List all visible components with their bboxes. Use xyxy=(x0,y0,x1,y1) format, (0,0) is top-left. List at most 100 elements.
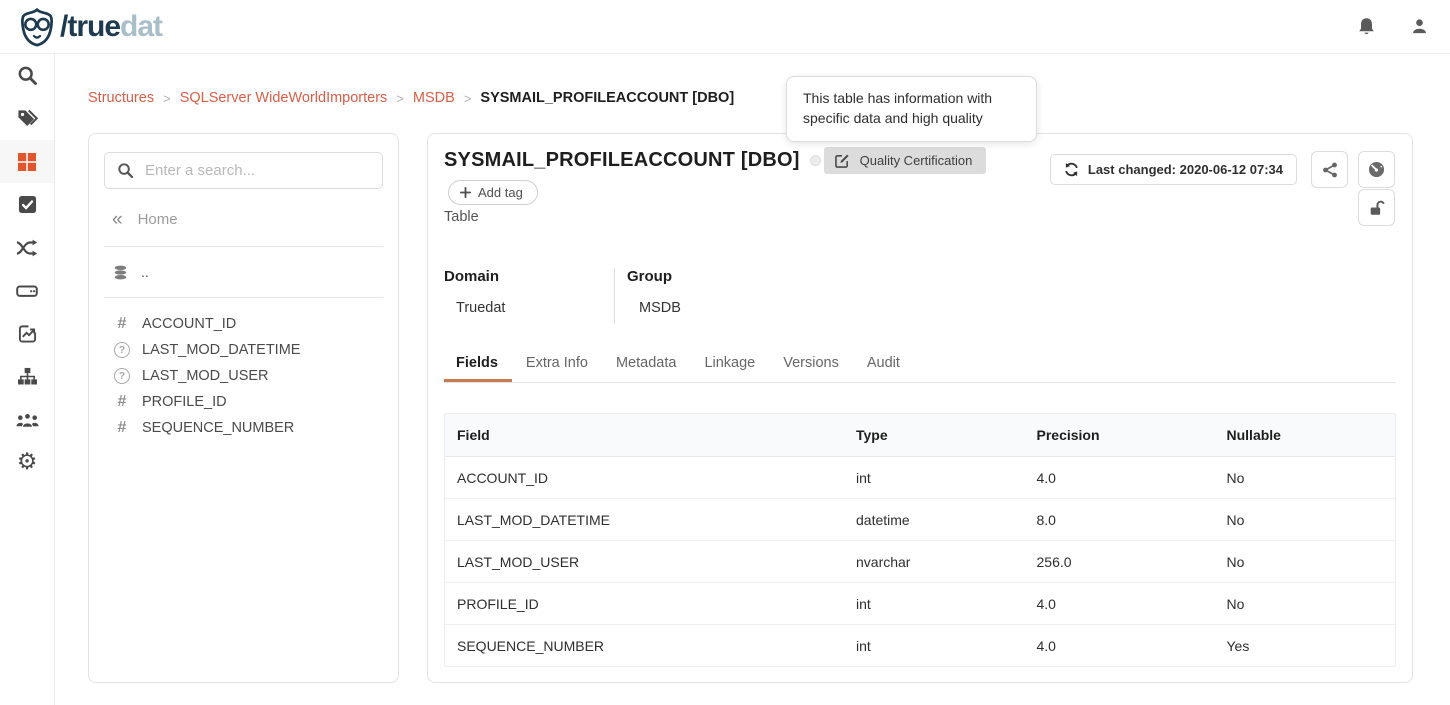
breadcrumb-current: SYSMAIL_PROFILEACCOUNT [DBO] xyxy=(480,90,734,106)
shuffle-icon xyxy=(16,239,38,257)
last-changed-label: Last changed: 2020-06-12 07:34 xyxy=(1088,162,1283,177)
refresh-icon xyxy=(1064,162,1079,177)
domain-label: Domain xyxy=(444,268,602,285)
field-list-item[interactable]: # ACCOUNT_ID xyxy=(89,311,398,337)
field-list-item[interactable]: # SEQUENCE_NUMBER xyxy=(89,415,398,441)
breadcrumb-separator: > xyxy=(396,91,404,106)
domain-value: Truedat xyxy=(456,300,602,316)
column-header-field: Field xyxy=(445,414,844,457)
breadcrumb-group[interactable]: MSDB xyxy=(413,90,455,106)
structure-browser-panel: « Home .. # ACCOUNT_ID ? LAST_MOD_DATETI… xyxy=(88,133,399,683)
add-tag-button[interactable]: Add tag xyxy=(448,180,538,205)
panel-divider xyxy=(104,297,383,298)
field-precision: 4.0 xyxy=(1025,583,1215,625)
structure-type-label: Table xyxy=(444,209,479,225)
breadcrumb-system[interactable]: SQLServer WideWorldImporters xyxy=(180,90,388,106)
table-header-row: Field Type Precision Nullable xyxy=(445,414,1395,457)
field-list-item[interactable]: # PROFILE_ID xyxy=(89,389,398,415)
certification-dot-icon xyxy=(810,155,821,166)
share-button[interactable] xyxy=(1311,151,1348,188)
search-icon xyxy=(117,162,134,179)
tag-icon xyxy=(16,108,38,129)
breadcrumb-structures[interactable]: Structures xyxy=(88,90,154,106)
field-precision: 4.0 xyxy=(1025,625,1215,667)
field-link[interactable]: LAST_MOD_USER xyxy=(445,541,844,583)
table-row: ACCOUNT_ID int 4.0 No xyxy=(445,457,1395,499)
unknown-type-icon: ? xyxy=(114,342,130,358)
sidebar-item-settings[interactable]: ⚙ xyxy=(0,441,54,484)
field-list: # ACCOUNT_ID ? LAST_MOD_DATETIME ? LAST_… xyxy=(89,311,398,441)
parent-structure-item[interactable]: .. xyxy=(113,264,398,280)
tab-metadata[interactable]: Metadata xyxy=(602,345,690,382)
field-list-label: LAST_MOD_DATETIME xyxy=(142,342,300,358)
field-link[interactable]: PROFILE_ID xyxy=(445,583,844,625)
share-icon xyxy=(1322,162,1338,178)
field-nullable: No xyxy=(1215,499,1396,541)
field-type: int xyxy=(844,625,1025,667)
sidebar-item-structures[interactable] xyxy=(0,140,54,183)
sidebar-item-tags[interactable] xyxy=(0,97,54,140)
field-list-item[interactable]: ? LAST_MOD_DATETIME xyxy=(89,337,398,363)
field-link[interactable]: SEQUENCE_NUMBER xyxy=(445,625,844,667)
sidebar-item-users[interactable] xyxy=(0,398,54,441)
tab-linkage[interactable]: Linkage xyxy=(690,345,769,382)
search-input[interactable] xyxy=(145,162,370,179)
sidebar-item-sources[interactable] xyxy=(0,269,54,312)
unlock-icon xyxy=(1368,199,1386,216)
last-changed-button[interactable]: Last changed: 2020-06-12 07:34 xyxy=(1050,154,1297,185)
breadcrumb-separator: > xyxy=(464,91,472,106)
group-label: Group xyxy=(627,268,681,285)
database-icon xyxy=(113,265,128,280)
notifications-bell-icon[interactable] xyxy=(1358,17,1375,36)
structure-search-box[interactable] xyxy=(104,152,383,189)
sitemap-icon xyxy=(17,367,38,386)
field-link[interactable]: LAST_MOD_DATETIME xyxy=(445,499,844,541)
gear-icon: ⚙ xyxy=(17,451,38,474)
user-profile-icon[interactable] xyxy=(1411,18,1428,35)
column-header-type: Type xyxy=(844,414,1025,457)
unlock-button[interactable] xyxy=(1358,189,1395,226)
sidebar-item-lineage[interactable] xyxy=(0,226,54,269)
field-list-item[interactable]: ? LAST_MOD_USER xyxy=(89,363,398,389)
tab-versions[interactable]: Versions xyxy=(769,345,853,382)
quality-certification-badge[interactable]: Quality Certification xyxy=(824,147,987,174)
domain-group-section: Domain Truedat Group MSDB xyxy=(444,268,693,324)
tab-fields[interactable]: Fields xyxy=(444,345,512,382)
search-icon xyxy=(17,65,38,86)
field-list-label: PROFILE_ID xyxy=(142,394,227,410)
sidebar-item-taxonomy[interactable] xyxy=(0,355,54,398)
plus-icon xyxy=(460,187,471,198)
table-row: LAST_MOD_DATETIME datetime 8.0 No xyxy=(445,499,1395,541)
quality-gauge-button[interactable] xyxy=(1358,151,1395,188)
field-type: datetime xyxy=(844,499,1025,541)
column-header-precision: Precision xyxy=(1025,414,1215,457)
tab-extra-info[interactable]: Extra Info xyxy=(512,345,602,382)
table-row: LAST_MOD_USER nvarchar 256.0 No xyxy=(445,541,1395,583)
field-type: int xyxy=(844,583,1025,625)
field-link[interactable]: ACCOUNT_ID xyxy=(445,457,844,499)
field-nullable: Yes xyxy=(1215,625,1396,667)
app-sidebar-rail: ⚙ xyxy=(0,54,55,705)
field-nullable: No xyxy=(1215,583,1396,625)
numeric-field-icon: # xyxy=(114,316,130,332)
panel-divider xyxy=(104,246,383,247)
numeric-field-icon: # xyxy=(114,420,130,436)
collapse-chevrons-icon: « xyxy=(112,210,123,229)
grid-icon xyxy=(17,152,37,172)
field-type: int xyxy=(844,457,1025,499)
home-label: Home xyxy=(138,211,178,228)
truedat-logo[interactable]: /truedat xyxy=(18,7,162,47)
add-tag-label: Add tag xyxy=(478,185,523,200)
owl-logo-icon xyxy=(18,7,56,47)
field-precision: 256.0 xyxy=(1025,541,1215,583)
fields-table: Field Type Precision Nullable ACCOUNT_ID… xyxy=(444,413,1396,667)
home-link[interactable]: « Home xyxy=(112,210,398,229)
detail-tabs: Fields Extra Info Metadata Linkage Versi… xyxy=(444,345,1396,383)
field-list-label: ACCOUNT_ID xyxy=(142,316,236,332)
sidebar-item-quality[interactable] xyxy=(0,183,54,226)
sidebar-item-dashboards[interactable] xyxy=(0,312,54,355)
field-nullable: No xyxy=(1215,541,1396,583)
field-precision: 4.0 xyxy=(1025,457,1215,499)
sidebar-item-search[interactable] xyxy=(0,54,54,97)
tab-audit[interactable]: Audit xyxy=(853,345,914,382)
